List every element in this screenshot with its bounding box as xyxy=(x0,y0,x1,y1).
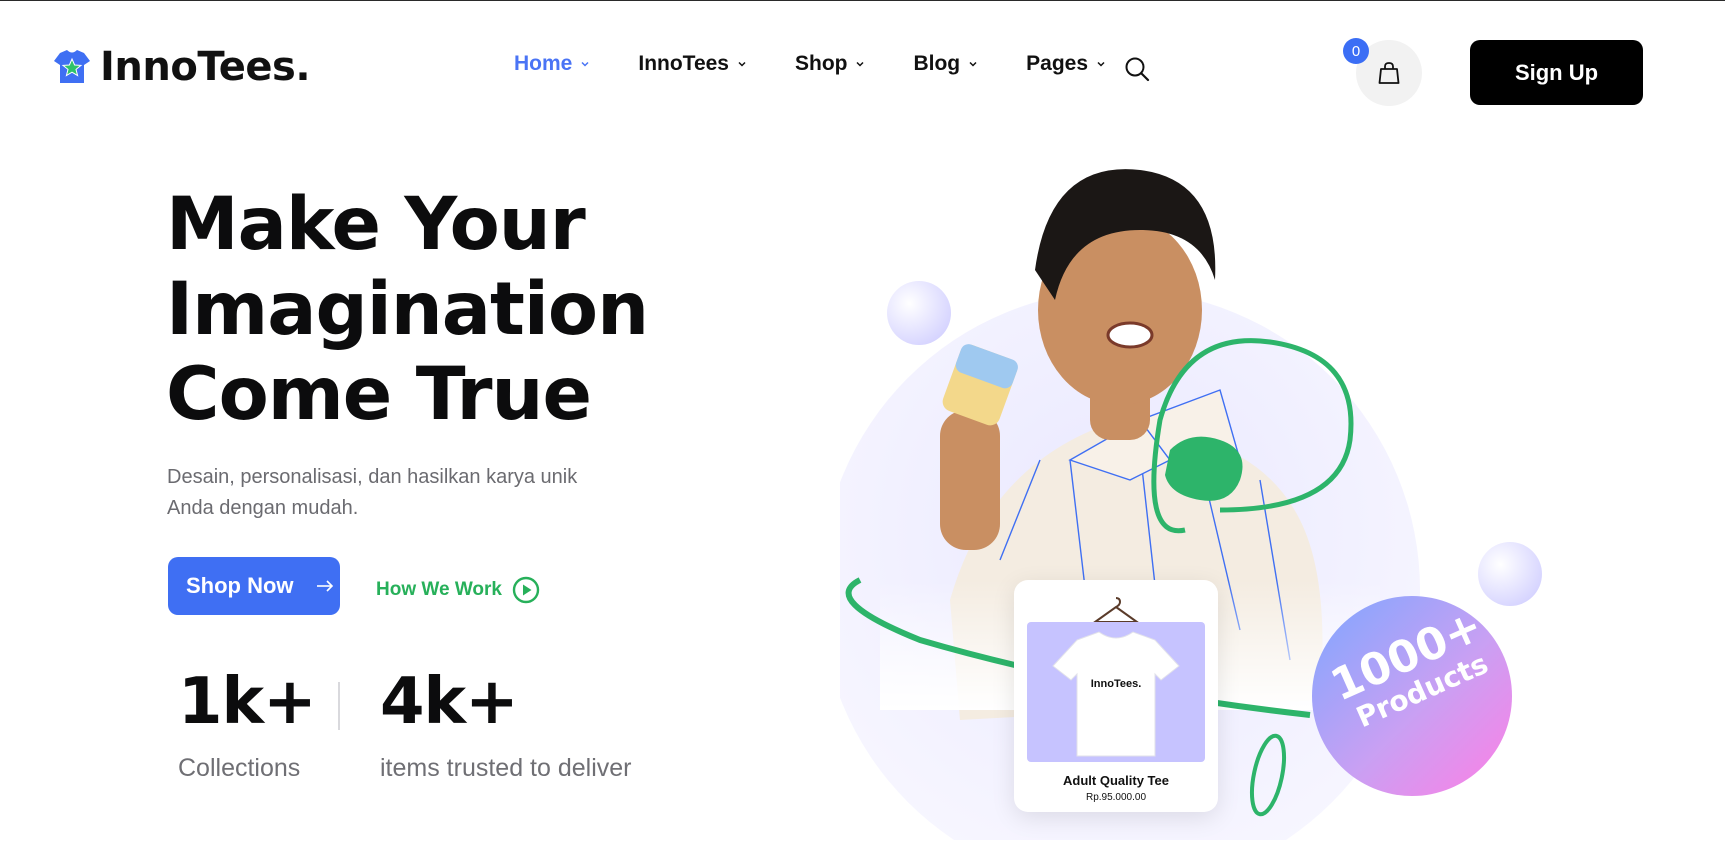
tshirt-icon xyxy=(1052,631,1180,757)
chevron-down-icon xyxy=(581,61,589,67)
sign-up-button[interactable]: Sign Up xyxy=(1470,40,1643,105)
green-paint-splash xyxy=(1165,436,1243,501)
stat-value: 1k+ xyxy=(178,665,317,739)
product-name: Adult Quality Tee xyxy=(1063,773,1169,788)
stat-label: Collections xyxy=(178,754,301,782)
hero-title-line: Come True xyxy=(166,352,592,437)
product-image: InnoTees. xyxy=(1027,622,1205,762)
stat-collections: 1k+ Collections xyxy=(178,665,317,783)
nav-pages[interactable]: Pages xyxy=(1026,52,1106,76)
nav-blog[interactable]: Blog xyxy=(913,52,978,76)
nav-label: Shop xyxy=(794,52,848,75)
brand-name: InnoTees. xyxy=(100,44,311,90)
how-we-work-link[interactable]: How We Work xyxy=(376,576,540,604)
shop-now-button[interactable]: Shop Now xyxy=(168,557,340,615)
arrow-right-icon xyxy=(316,580,333,592)
product-card[interactable]: InnoTees. Adult Quality Tee Rp.95.000.00 xyxy=(1014,580,1218,812)
shirt-print: InnoTees. xyxy=(1090,678,1142,690)
search-icon[interactable] xyxy=(1124,56,1150,82)
stat-items: 4k+ items trusted to deliver xyxy=(380,666,632,783)
how-we-work-label: How We Work xyxy=(376,579,502,600)
nav-label: Pages xyxy=(1026,52,1089,75)
nav-innotees[interactable]: InnoTees xyxy=(638,52,747,76)
chevron-down-icon xyxy=(738,61,746,67)
stat-divider xyxy=(338,682,340,730)
nav-shop[interactable]: Shop xyxy=(795,52,866,76)
hero-title-line: Imagination xyxy=(166,267,649,352)
nav-label: Blog xyxy=(913,52,961,75)
decor-bubble xyxy=(1478,542,1542,606)
nav-label: InnoTees xyxy=(638,52,729,75)
hero-title: Make Your Imagination Come True xyxy=(166,182,686,437)
tshirt-star-icon xyxy=(54,50,90,83)
product-price: Rp.95.000.00 xyxy=(1085,792,1147,803)
hero-description: Desain, personalisasi, dan hasilkan kary… xyxy=(167,466,578,519)
brand-logo[interactable]: InnoTees. xyxy=(52,44,311,90)
stat-label: items trusted to deliver xyxy=(380,754,632,782)
main-nav: Home InnoTees Shop Blog Pages xyxy=(514,52,1154,76)
top-border xyxy=(0,0,1725,1)
chevron-down-icon xyxy=(969,61,977,67)
stat-value: 4k+ xyxy=(380,665,519,739)
chevron-down-icon xyxy=(856,61,865,67)
shop-now-label: Shop Now xyxy=(186,573,294,598)
play-circle-icon xyxy=(512,576,540,604)
hero-title-line: Make Your xyxy=(166,182,586,267)
decor-bubble xyxy=(887,281,951,345)
cart-count-badge: 0 xyxy=(1343,38,1369,64)
shopping-bag-icon xyxy=(1378,62,1400,84)
nav-label: Home xyxy=(514,52,573,75)
chevron-down-icon xyxy=(1097,61,1105,67)
nav-home[interactable]: Home xyxy=(514,52,590,76)
